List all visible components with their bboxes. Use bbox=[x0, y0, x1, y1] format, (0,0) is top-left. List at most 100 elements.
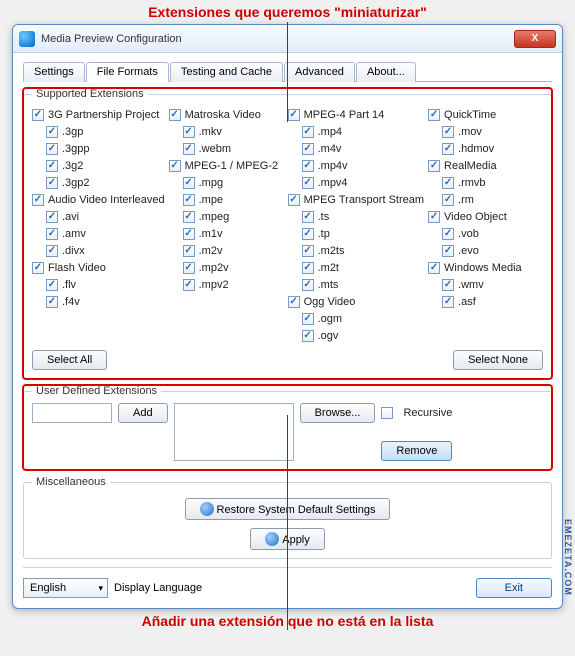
ext-checkbox[interactable] bbox=[32, 109, 44, 121]
misc-legend: Miscellaneous bbox=[32, 476, 110, 488]
ext-checkbox[interactable] bbox=[183, 245, 195, 257]
ext-label: .m2v bbox=[199, 245, 223, 257]
ext-label: .wmv bbox=[458, 279, 484, 291]
ext-label: Video Object bbox=[444, 211, 507, 223]
ext-checkbox[interactable] bbox=[46, 126, 58, 138]
extension-input[interactable] bbox=[32, 403, 112, 423]
ext-label: .evo bbox=[458, 245, 479, 257]
ext-checkbox[interactable] bbox=[428, 211, 440, 223]
ext-checkbox[interactable] bbox=[302, 160, 314, 172]
recursive-checkbox[interactable] bbox=[381, 407, 393, 419]
ext-label: .webm bbox=[199, 143, 231, 155]
ext-label: .ts bbox=[318, 211, 330, 223]
ext-checkbox[interactable] bbox=[288, 109, 300, 121]
tab-advanced[interactable]: Advanced bbox=[284, 62, 355, 82]
ext-label: .ogm bbox=[318, 313, 342, 325]
ext-checkbox[interactable] bbox=[183, 228, 195, 240]
ext-checkbox[interactable] bbox=[442, 296, 454, 308]
ext-checkbox[interactable] bbox=[428, 160, 440, 172]
ext-checkbox[interactable] bbox=[46, 245, 58, 257]
ext-label: Ogg Video bbox=[304, 296, 356, 308]
tab-testing-cache[interactable]: Testing and Cache bbox=[170, 62, 283, 82]
ext-checkbox[interactable] bbox=[183, 279, 195, 291]
ext-label: .flv bbox=[62, 279, 76, 291]
ext-checkbox[interactable] bbox=[302, 262, 314, 274]
ext-label: .ogv bbox=[318, 330, 339, 342]
ext-label: .avi bbox=[62, 211, 79, 223]
extension-listbox[interactable] bbox=[174, 403, 294, 461]
ext-label: .asf bbox=[458, 296, 476, 308]
ext-checkbox[interactable] bbox=[169, 160, 181, 172]
ext-checkbox[interactable] bbox=[442, 228, 454, 240]
tab-file-formats[interactable]: File Formats bbox=[86, 62, 169, 82]
ext-checkbox[interactable] bbox=[428, 109, 440, 121]
recursive-label: Recursive bbox=[403, 407, 452, 419]
ext-checkbox[interactable] bbox=[32, 262, 44, 274]
ext-label: .mpeg bbox=[199, 211, 230, 223]
ext-label: QuickTime bbox=[444, 109, 496, 121]
ext-label: .3gp bbox=[62, 126, 83, 138]
ext-checkbox[interactable] bbox=[46, 143, 58, 155]
ext-checkbox[interactable] bbox=[442, 194, 454, 206]
ext-checkbox[interactable] bbox=[183, 177, 195, 189]
ext-label: Audio Video Interleaved bbox=[48, 194, 165, 206]
ext-checkbox[interactable] bbox=[302, 330, 314, 342]
ext-label: Windows Media bbox=[444, 262, 522, 274]
ext-checkbox[interactable] bbox=[46, 211, 58, 223]
ext-checkbox[interactable] bbox=[183, 143, 195, 155]
ext-label: .mkv bbox=[199, 126, 222, 138]
ext-checkbox[interactable] bbox=[46, 177, 58, 189]
ext-checkbox[interactable] bbox=[442, 126, 454, 138]
ext-checkbox[interactable] bbox=[288, 296, 300, 308]
browse-button[interactable]: Browse... bbox=[300, 403, 376, 423]
ext-checkbox[interactable] bbox=[183, 194, 195, 206]
ext-checkbox[interactable] bbox=[302, 126, 314, 138]
tab-about[interactable]: About... bbox=[356, 62, 416, 82]
ext-checkbox[interactable] bbox=[442, 279, 454, 291]
ext-checkbox[interactable] bbox=[288, 194, 300, 206]
ext-label: .tp bbox=[318, 228, 330, 240]
annotation-line-top bbox=[287, 22, 288, 122]
restore-icon bbox=[200, 502, 214, 516]
ext-checkbox[interactable] bbox=[302, 228, 314, 240]
ext-checkbox[interactable] bbox=[169, 109, 181, 121]
ext-checkbox[interactable] bbox=[46, 296, 58, 308]
ext-checkbox[interactable] bbox=[428, 262, 440, 274]
ext-checkbox[interactable] bbox=[302, 143, 314, 155]
tab-settings[interactable]: Settings bbox=[23, 62, 85, 82]
ext-checkbox[interactable] bbox=[442, 245, 454, 257]
ext-label: .mp4v bbox=[318, 160, 348, 172]
ext-label: .divx bbox=[62, 245, 85, 257]
ext-checkbox[interactable] bbox=[46, 160, 58, 172]
ext-checkbox[interactable] bbox=[32, 194, 44, 206]
ext-checkbox[interactable] bbox=[302, 279, 314, 291]
ext-label: Flash Video bbox=[48, 262, 106, 274]
ext-label: .m2t bbox=[318, 262, 339, 274]
ext-checkbox[interactable] bbox=[302, 211, 314, 223]
ext-checkbox[interactable] bbox=[302, 313, 314, 325]
ext-checkbox[interactable] bbox=[442, 143, 454, 155]
ext-checkbox[interactable] bbox=[183, 211, 195, 223]
ext-checkbox[interactable] bbox=[46, 279, 58, 291]
ext-checkbox[interactable] bbox=[46, 228, 58, 240]
apply-icon bbox=[265, 532, 279, 546]
ext-label: .3gpp bbox=[62, 143, 90, 155]
language-select[interactable]: English bbox=[23, 578, 108, 598]
ext-checkbox[interactable] bbox=[183, 262, 195, 274]
ext-checkbox[interactable] bbox=[302, 245, 314, 257]
ext-label: .mpv2 bbox=[199, 279, 229, 291]
user-defined-legend: User Defined Extensions bbox=[32, 385, 161, 397]
ext-checkbox[interactable] bbox=[302, 177, 314, 189]
select-none-button[interactable]: Select None bbox=[453, 350, 543, 370]
ext-label: .mts bbox=[318, 279, 339, 291]
app-icon bbox=[19, 31, 35, 47]
close-button[interactable]: X bbox=[514, 30, 556, 48]
add-button[interactable]: Add bbox=[118, 403, 168, 423]
ext-checkbox[interactable] bbox=[442, 177, 454, 189]
ext-label: .rm bbox=[458, 194, 474, 206]
exit-button[interactable]: Exit bbox=[476, 578, 552, 598]
remove-button[interactable]: Remove bbox=[381, 441, 452, 461]
select-all-button[interactable]: Select All bbox=[32, 350, 107, 370]
ext-checkbox[interactable] bbox=[183, 126, 195, 138]
ext-label: .mpg bbox=[199, 177, 223, 189]
